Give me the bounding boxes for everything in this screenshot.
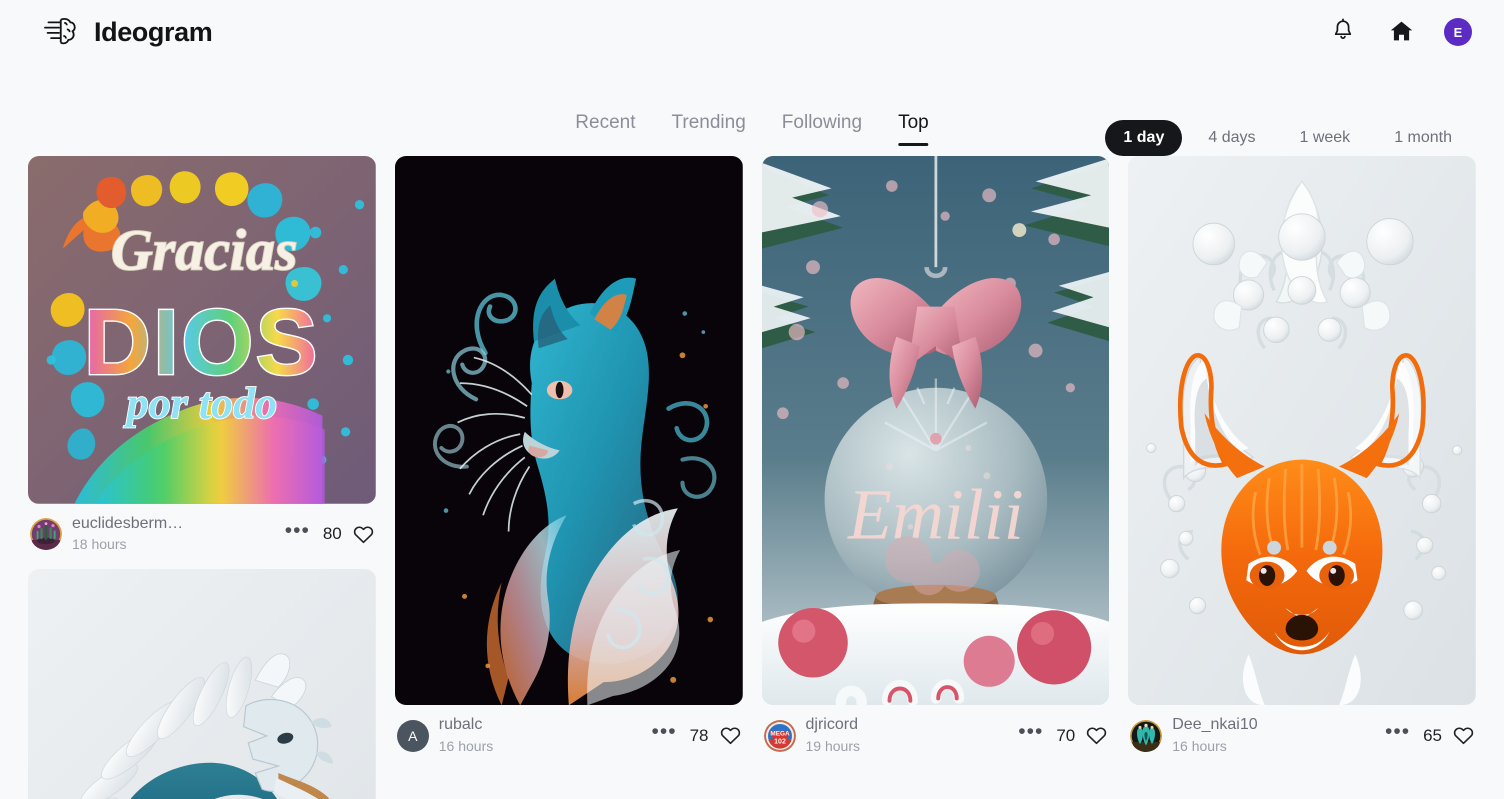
more-options-button[interactable]: ••• xyxy=(650,721,679,742)
artwork-thumbnail-gracias-dios[interactable]: Gracias DIOS por todo xyxy=(28,156,376,504)
app-header: Ideogram E xyxy=(0,0,1504,64)
author-username[interactable]: euclidesberm… xyxy=(72,515,273,533)
post-time: 18 hours xyxy=(72,536,127,553)
card-meta: Dee_nkai10 16 hours ••• 65 xyxy=(1128,705,1476,755)
author-username[interactable]: djricord xyxy=(806,716,1007,734)
gallery-card: Emilii MEGA 102 djricord 19 hours ••• 70 xyxy=(761,156,1110,755)
author-username[interactable]: Dee_nkai10 xyxy=(1172,716,1373,734)
author-avatar[interactable]: A xyxy=(396,719,429,752)
svg-text:por todo: por todo xyxy=(123,379,277,428)
gallery-column-3: Emilii MEGA 102 djricord 19 hours ••• 70 xyxy=(761,156,1110,771)
tab-recent[interactable]: Recent xyxy=(575,112,635,146)
card-meta: MEGA 102 djricord 19 hours ••• 70 xyxy=(762,705,1110,755)
home-icon xyxy=(1389,19,1414,46)
filter-4-days[interactable]: 4 days xyxy=(1190,120,1273,156)
heart-icon[interactable] xyxy=(1086,726,1107,745)
brain-speed-icon xyxy=(38,11,80,53)
post-time: 16 hours xyxy=(1172,737,1227,754)
card-meta: A rubalc 16 hours ••• 78 xyxy=(395,705,743,755)
svg-text:Emilii: Emilii xyxy=(847,474,1024,554)
artwork-thumbnail-paper-fox[interactable] xyxy=(1128,156,1476,706)
author-avatar[interactable] xyxy=(1130,719,1163,752)
post-time: 16 hours xyxy=(438,737,494,754)
more-options-button[interactable]: ••• xyxy=(283,520,312,541)
author-avatar[interactable]: MEGA 102 xyxy=(763,719,796,752)
bell-icon xyxy=(1331,18,1355,46)
filter-1-month[interactable]: 1 month xyxy=(1376,120,1470,156)
author-avatar[interactable] xyxy=(30,518,62,551)
svg-text:102: 102 xyxy=(774,738,786,745)
author-info: rubalc 16 hours xyxy=(439,716,640,755)
teal-figures-avatar xyxy=(1130,719,1163,752)
heart-icon[interactable] xyxy=(353,525,374,544)
gallery-card: Dee_nkai10 16 hours ••• 65 xyxy=(1128,156,1476,755)
home-button[interactable] xyxy=(1386,17,1416,47)
header-actions: E xyxy=(1328,17,1472,47)
artwork-thumbnail-christmas-ornament[interactable]: Emilii xyxy=(761,156,1110,706)
user-avatar[interactable]: E xyxy=(1444,18,1472,46)
gallery-card: Gracias DIOS por todo euclidesberm… 18 h… xyxy=(28,156,376,553)
like-count: 78 xyxy=(689,725,709,745)
svg-text:Gracias: Gracias xyxy=(111,218,298,283)
notifications-button[interactable] xyxy=(1328,17,1358,47)
gallery-column-4: Dee_nkai10 16 hours ••• 65 xyxy=(1128,156,1476,771)
like-count: 80 xyxy=(322,524,342,544)
more-options-button[interactable]: ••• xyxy=(1383,721,1412,742)
gallery-navbar: Recent Trending Following Top 1 day 4 da… xyxy=(0,64,1504,156)
gallery-column-1: Gracias DIOS por todo euclidesberm… 18 h… xyxy=(28,156,376,799)
tab-following[interactable]: Following xyxy=(782,112,862,146)
feed-tabs: Recent Trending Following Top xyxy=(575,112,929,146)
author-avatar-initial: A xyxy=(408,727,418,744)
svg-text:MEGA: MEGA xyxy=(770,730,790,737)
filter-1-day[interactable]: 1 day xyxy=(1105,120,1183,156)
like-count: 70 xyxy=(1056,725,1076,745)
brand-logo-link[interactable]: Ideogram xyxy=(38,11,213,53)
card-actions: ••• 78 xyxy=(650,721,741,746)
filter-1-week[interactable]: 1 week xyxy=(1281,120,1368,156)
heart-icon[interactable] xyxy=(1453,726,1474,745)
card-meta: euclidesberm… 18 hours ••• 80 xyxy=(28,504,376,554)
tab-top[interactable]: Top xyxy=(898,112,929,146)
red-blue-logo-avatar: MEGA 102 xyxy=(763,719,796,752)
heart-icon[interactable] xyxy=(720,726,741,745)
image-gallery-grid: Gracias DIOS por todo euclidesberm… 18 h… xyxy=(0,156,1504,799)
artwork-thumbnail-white-dragon[interactable] xyxy=(28,569,376,799)
card-actions: ••• 70 xyxy=(1016,721,1107,746)
artwork-thumbnail-smoke-cat[interactable] xyxy=(394,156,743,706)
author-info: Dee_nkai10 16 hours xyxy=(1172,716,1373,755)
post-time: 19 hours xyxy=(805,737,860,754)
tab-trending[interactable]: Trending xyxy=(672,112,746,146)
card-actions: ••• 80 xyxy=(283,520,374,545)
card-actions: ••• 65 xyxy=(1383,721,1474,746)
cactus-landscape-avatar xyxy=(30,518,62,551)
user-avatar-initial: E xyxy=(1453,24,1463,40)
gallery-card: A rubalc 16 hours ••• 78 xyxy=(394,156,743,755)
time-range-filters: 1 day 4 days 1 week 1 month xyxy=(1105,120,1470,156)
author-username[interactable]: rubalc xyxy=(439,716,640,734)
like-count: 65 xyxy=(1423,725,1442,745)
author-info: euclidesberm… 18 hours xyxy=(72,515,273,554)
gallery-card xyxy=(28,569,376,799)
more-options-button[interactable]: ••• xyxy=(1016,721,1045,742)
gallery-column-2: A rubalc 16 hours ••• 78 xyxy=(394,156,743,771)
author-info: djricord 19 hours xyxy=(806,716,1007,755)
brand-name: Ideogram xyxy=(94,16,213,47)
